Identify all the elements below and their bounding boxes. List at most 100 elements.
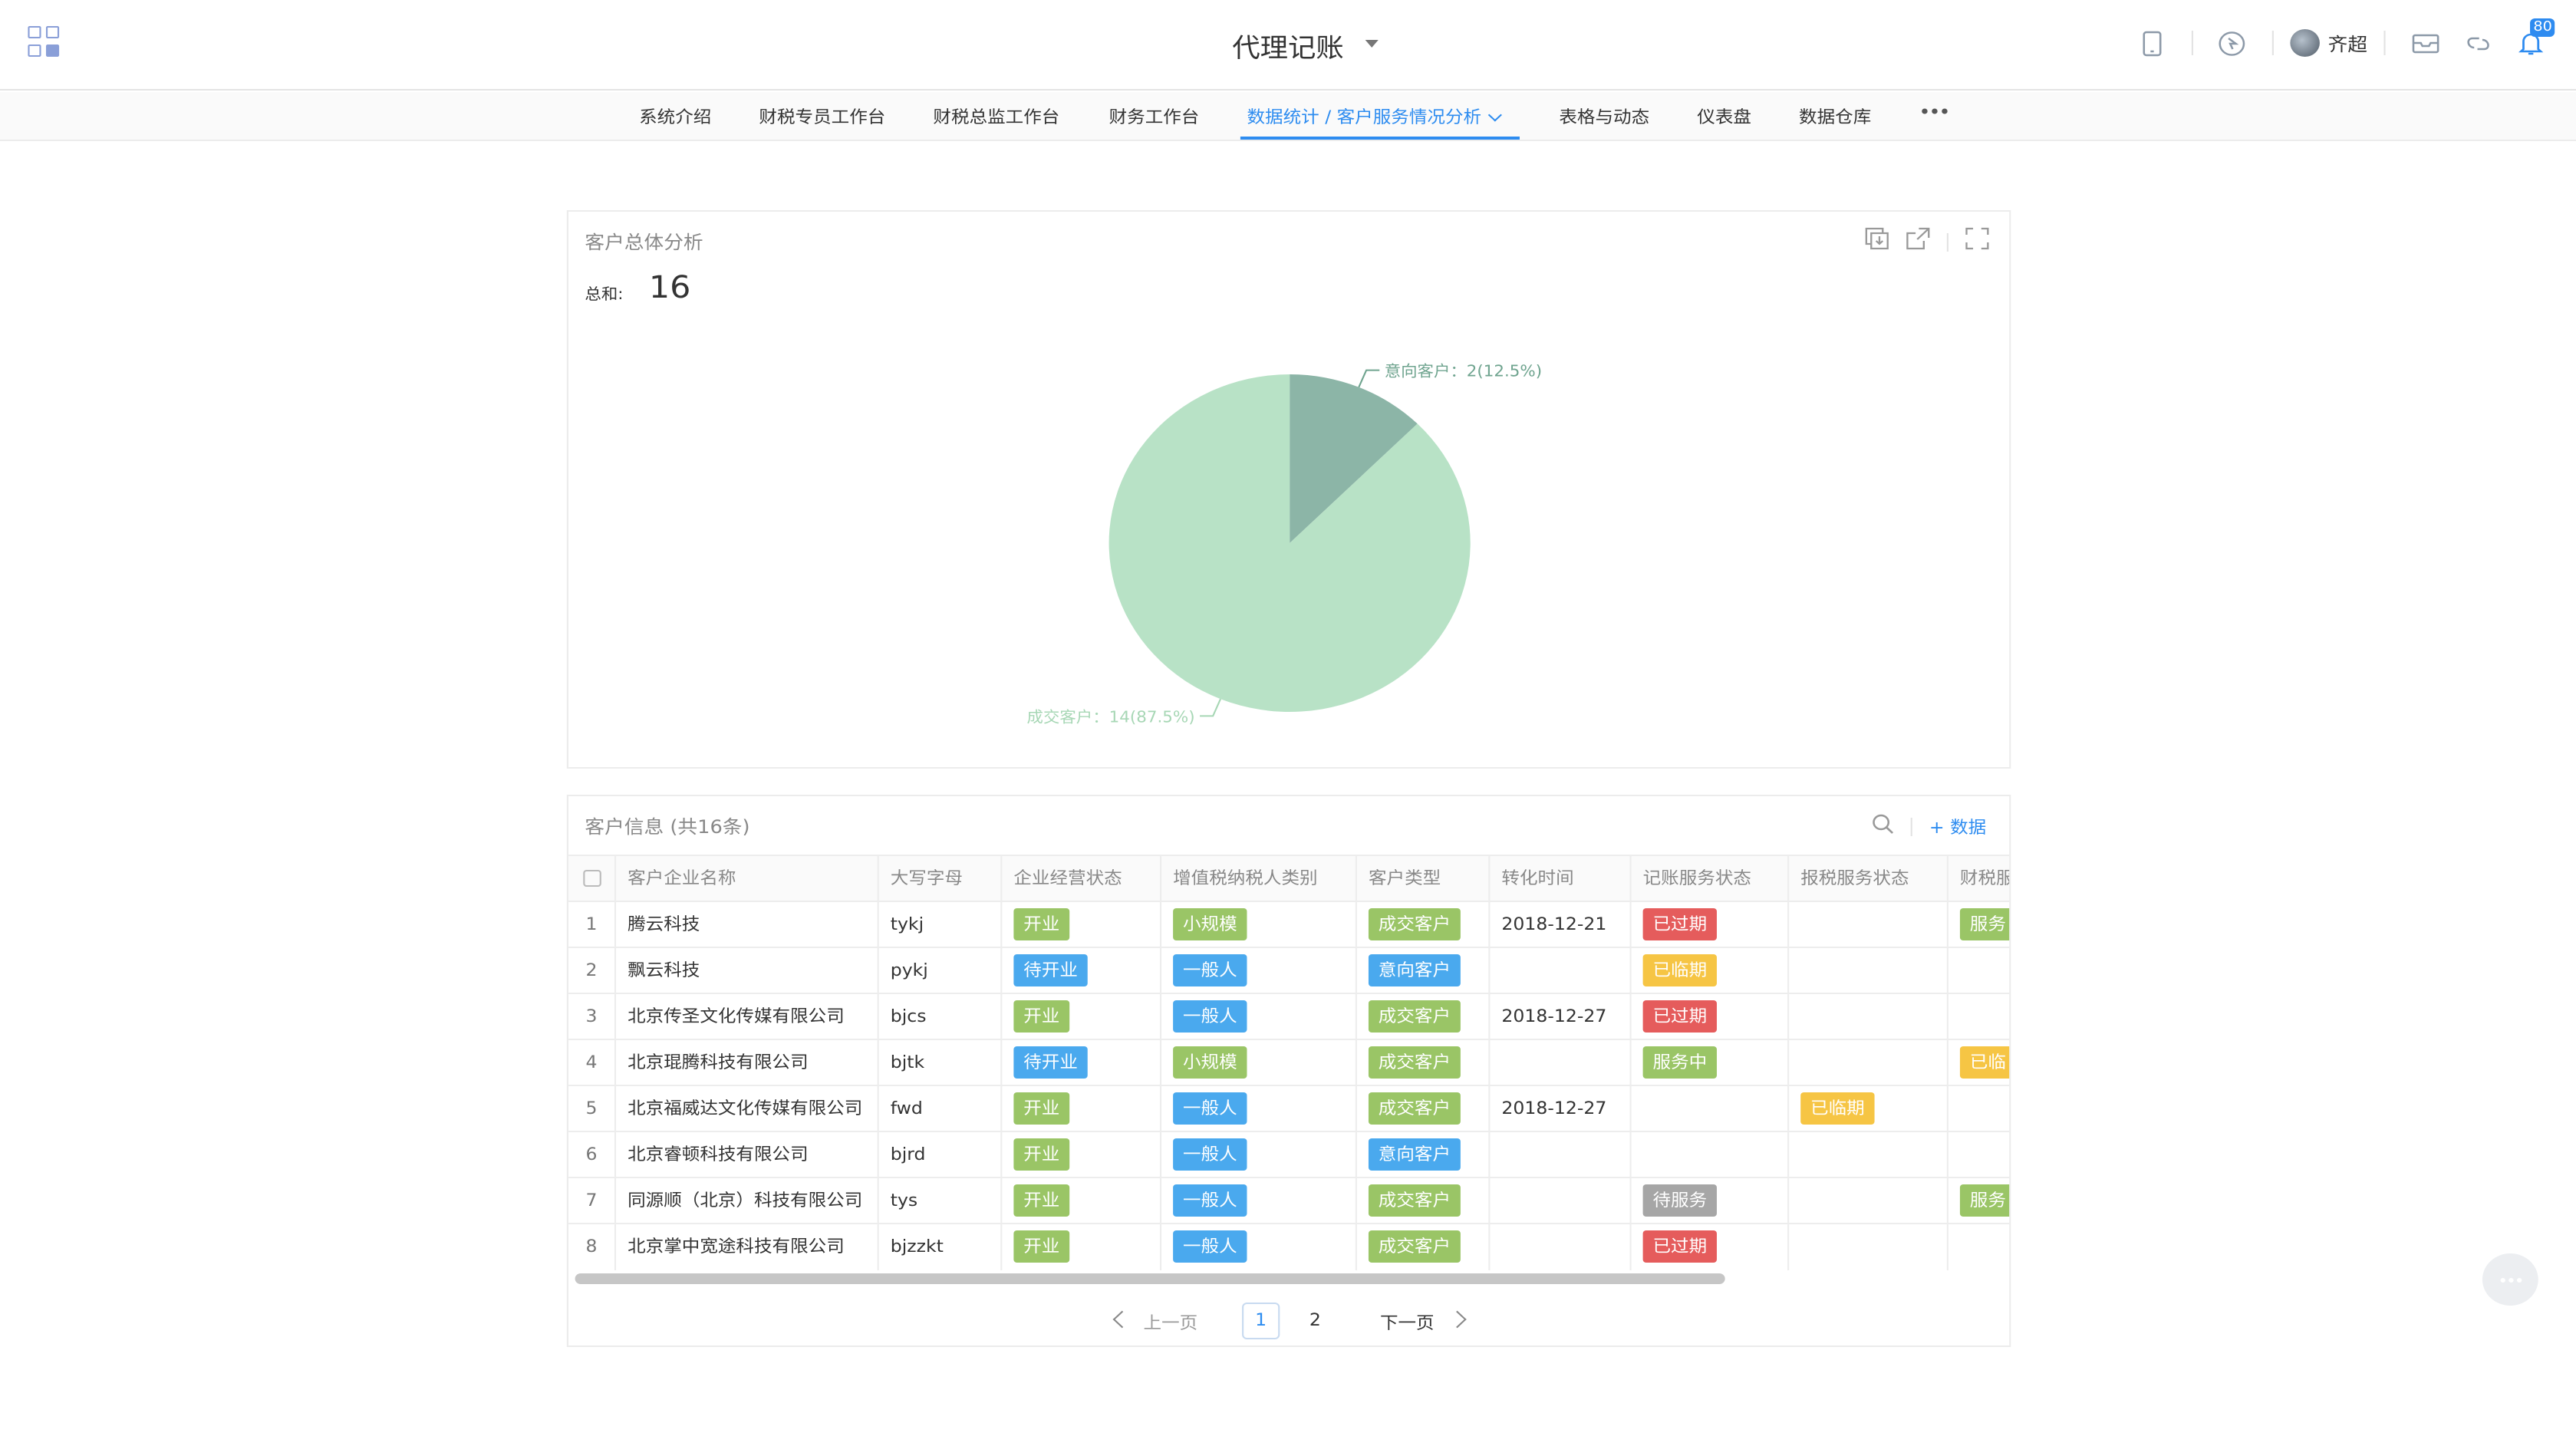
chat-float-button[interactable] xyxy=(2482,1253,2538,1306)
notification-bell-icon[interactable]: 80 xyxy=(2507,18,2556,64)
table-cell-biz[interactable]: 开业 xyxy=(1002,902,1162,948)
column-header[interactable]: 企业经营状态 xyxy=(1002,856,1162,902)
table-cell-name[interactable]: 北京福威达文化传媒有限公司 xyxy=(616,1086,879,1132)
table-cell-date[interactable] xyxy=(1490,1040,1632,1086)
select-all-checkbox[interactable] xyxy=(568,856,617,902)
table-cell-type[interactable]: 成交客户 xyxy=(1357,1040,1491,1086)
table-cell-bk[interactable]: 已过期 xyxy=(1632,902,1790,948)
table-cell-fin[interactable] xyxy=(1948,948,2009,994)
table-cell-tax[interactable] xyxy=(1789,1224,1948,1270)
table-cell-vat[interactable]: 一般人 xyxy=(1161,1224,1357,1270)
mobile-icon[interactable] xyxy=(2129,21,2175,64)
table-cell-name[interactable]: 北京传圣文化传媒有限公司 xyxy=(616,994,879,1040)
table-cell-abbr[interactable]: bjtk xyxy=(879,1040,1003,1086)
table-cell-bk[interactable]: 已过期 xyxy=(1632,994,1790,1040)
table-cell-biz[interactable]: 开业 xyxy=(1002,1132,1162,1178)
table-cell-abbr[interactable]: tykj xyxy=(879,902,1003,948)
table-cell-date[interactable]: 2018-12-27 xyxy=(1490,1086,1632,1132)
table-cell-tax[interactable] xyxy=(1789,994,1948,1040)
table-cell-type[interactable]: 成交客户 xyxy=(1357,1178,1491,1224)
user-menu[interactable]: 齐超 xyxy=(2290,29,2367,57)
table-cell-bk[interactable]: 待服务 xyxy=(1632,1178,1790,1224)
table-cell-vat[interactable]: 小规模 xyxy=(1161,902,1357,948)
table-cell-fin[interactable]: 已临 xyxy=(1948,1040,2010,1086)
table-cell-type[interactable]: 成交客户 xyxy=(1357,902,1491,948)
table-cell-type[interactable]: 成交客户 xyxy=(1357,1086,1491,1132)
table-cell-fin[interactable] xyxy=(1948,994,2009,1040)
nav-tab-warehouse[interactable]: 数据仓库 xyxy=(1799,104,1871,129)
table-cell-type[interactable]: 意向客户 xyxy=(1357,1132,1491,1178)
table-cell-fin[interactable]: 服务 xyxy=(1948,902,2010,948)
table-row[interactable]: 4 北京琨腾科技有限公司 bjtk 待开业 小规模 成交客户 服务中 已临 xyxy=(568,1039,2010,1086)
add-data-button[interactable]: + 数据 xyxy=(1929,815,1986,839)
table-cell-fin[interactable] xyxy=(1948,1086,2009,1132)
table-cell-biz[interactable]: 待开业 xyxy=(1002,948,1162,994)
nav-tab-finance[interactable]: 财务工作台 xyxy=(1109,104,1200,129)
link-icon[interactable] xyxy=(2455,21,2501,64)
table-row[interactable]: 3 北京传圣文化传媒有限公司 bjcs 开业 一般人 成交客户 2018-12-27 已过期 xyxy=(568,993,2010,1040)
table-cell-date[interactable]: 2018-12-27 xyxy=(1490,994,1632,1040)
table-cell-abbr[interactable]: bjrd xyxy=(879,1132,1003,1178)
table-cell-abbr[interactable]: pykj xyxy=(879,948,1003,994)
table-cell-name[interactable]: 飘云科技 xyxy=(616,948,879,994)
app-title[interactable]: 代理记账 xyxy=(1232,26,1344,64)
column-header[interactable]: 增值税纳税人类别 xyxy=(1161,856,1357,902)
table-row[interactable]: 7 同源顺（北京）科技有限公司 tys 开业 一般人 成交客户 待服务 服务 xyxy=(568,1177,2010,1224)
table-cell-biz[interactable]: 开业 xyxy=(1002,1224,1162,1270)
table-cell-type[interactable]: 成交客户 xyxy=(1357,994,1491,1040)
table-row[interactable]: 8 北京掌中宽途科技有限公司 bjzzkt 开业 一般人 成交客户 已过期 xyxy=(568,1223,2010,1270)
table-cell-type[interactable]: 成交客户 xyxy=(1357,1224,1491,1270)
table-cell-name[interactable]: 北京琨腾科技有限公司 xyxy=(616,1040,879,1086)
table-cell-vat[interactable]: 一般人 xyxy=(1161,1132,1357,1178)
column-header[interactable]: 转化时间 xyxy=(1490,856,1632,902)
column-header[interactable]: 报税服务状态 xyxy=(1789,856,1948,902)
table-cell-type[interactable]: 意向客户 xyxy=(1357,948,1491,994)
table-cell-bk[interactable]: 服务中 xyxy=(1632,1040,1790,1086)
nav-tab-tax-director[interactable]: 财税总监工作台 xyxy=(933,104,1059,129)
table-row[interactable]: 2 飘云科技 pykj 待开业 一般人 意向客户 已临期 xyxy=(568,947,2010,994)
compass-icon[interactable] xyxy=(2209,21,2255,64)
table-row[interactable]: 5 北京福威达文化传媒有限公司 fwd 开业 一般人 成交客户 2018-12-27 已临期 xyxy=(568,1085,2010,1132)
horizontal-scrollbar[interactable] xyxy=(575,1273,1725,1284)
table-cell-tax[interactable] xyxy=(1789,1132,1948,1178)
title-dropdown-icon[interactable] xyxy=(1365,40,1379,48)
table-cell-bk[interactable]: 已过期 xyxy=(1632,1224,1790,1270)
chevron-right-icon[interactable] xyxy=(1448,1310,1467,1329)
table-cell-tax[interactable]: 已临期 xyxy=(1789,1086,1948,1132)
table-cell-name[interactable]: 腾云科技 xyxy=(616,902,879,948)
table-cell-biz[interactable]: 开业 xyxy=(1002,1086,1162,1132)
column-header[interactable]: 记账服务状态 xyxy=(1632,856,1790,902)
table-cell-name[interactable]: 同源顺（北京）科技有限公司 xyxy=(616,1178,879,1224)
column-header[interactable]: 大写字母 xyxy=(879,856,1003,902)
table-cell-date[interactable] xyxy=(1490,1224,1632,1270)
search-icon[interactable] xyxy=(1872,813,1895,841)
table-cell-date[interactable] xyxy=(1490,1132,1632,1178)
column-header[interactable]: 财税服 xyxy=(1948,856,2009,902)
table-cell-name[interactable]: 北京掌中宽途科技有限公司 xyxy=(616,1224,879,1270)
nav-tab-data-stats[interactable]: 数据统计 / 客户服务情况分析 xyxy=(1247,104,1502,129)
table-cell-bk[interactable] xyxy=(1632,1132,1790,1178)
table-cell-bk[interactable]: 已临期 xyxy=(1632,948,1790,994)
table-cell-vat[interactable]: 一般人 xyxy=(1161,994,1357,1040)
next-page-button[interactable]: 下一页 xyxy=(1380,1310,1435,1335)
table-cell-tax[interactable] xyxy=(1789,948,1948,994)
app-grid-icon[interactable] xyxy=(28,26,61,57)
table-cell-fin[interactable]: 服务 xyxy=(1948,1178,2010,1224)
table-cell-tax[interactable] xyxy=(1789,1178,1948,1224)
nav-tab-system-intro[interactable]: 系统介绍 xyxy=(639,104,711,129)
more-icon[interactable]: ••• xyxy=(1919,101,1950,123)
table-row[interactable]: 6 北京睿顿科技有限公司 bjrd 开业 一般人 意向客户 xyxy=(568,1131,2010,1178)
chevron-left-icon[interactable] xyxy=(1112,1310,1132,1329)
table-cell-abbr[interactable]: bjcs xyxy=(879,994,1003,1040)
table-row[interactable]: 1 腾云科技 tykj 开业 小规模 成交客户 2018-12-21 已过期 服务 xyxy=(568,901,2010,948)
table-cell-biz[interactable]: 开业 xyxy=(1002,1178,1162,1224)
table-cell-name[interactable]: 北京睿顿科技有限公司 xyxy=(616,1132,879,1178)
column-header[interactable]: 客户类型 xyxy=(1357,856,1491,902)
table-cell-vat[interactable]: 一般人 xyxy=(1161,1178,1357,1224)
table-cell-fin[interactable] xyxy=(1948,1132,2009,1178)
nav-tab-tax-specialist[interactable]: 财税专员工作台 xyxy=(759,104,885,129)
nav-tab-tables[interactable]: 表格与动态 xyxy=(1559,104,1649,129)
page-2-button[interactable]: 2 xyxy=(1309,1310,1321,1330)
table-cell-date[interactable]: 2018-12-21 xyxy=(1490,902,1632,948)
table-cell-date[interactable] xyxy=(1490,1178,1632,1224)
